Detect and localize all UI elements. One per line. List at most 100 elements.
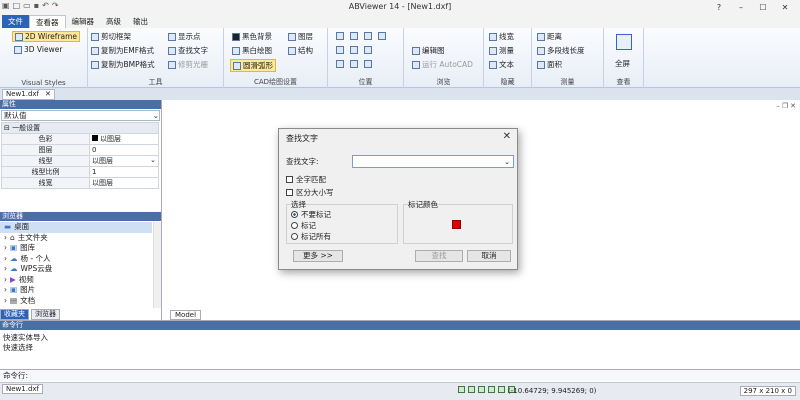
find-text-input[interactable]: ⌄ [352, 155, 514, 168]
chevron-right-icon[interactable]: › [4, 243, 7, 254]
chevron-down-icon[interactable]: ⌄ [150, 156, 156, 164]
tree-item-pictures[interactable]: › ▣ 图片 [0, 285, 152, 296]
minimize-button[interactable]: – [730, 0, 752, 14]
canvas-close-icon[interactable]: ✕ [790, 102, 796, 110]
viewer-3d-button[interactable]: 3D Viewer [14, 45, 62, 54]
marker-color-swatch[interactable] [452, 220, 461, 229]
property-row[interactable]: 线型比例 1 [1, 166, 159, 178]
tree-item-home[interactable]: › ⌂ 主文件夹 [0, 233, 152, 244]
property-category[interactable]: ⊟ 一般设置 [1, 122, 159, 134]
video-icon: ▶ [10, 274, 16, 284]
tree-item-gallery[interactable]: › ▣ 图库 [0, 243, 152, 254]
chevron-right-icon[interactable]: › [4, 275, 7, 286]
model-tab[interactable]: Model [170, 310, 202, 320]
properties-dropdown[interactable]: 默认值 ⌄ [1, 110, 160, 121]
cancel-button[interactable]: 取消 [467, 250, 511, 262]
chevron-right-icon[interactable]: › [4, 296, 7, 307]
trim-raster-button[interactable]: 修剪光栅 [168, 59, 208, 70]
pan-hand-icon[interactable] [378, 32, 386, 40]
zoom-previous-icon[interactable] [364, 46, 372, 54]
polar-icon[interactable] [488, 386, 495, 393]
canvas-restore-icon[interactable]: ❐ [782, 102, 788, 110]
chevron-down-icon: ⌄ [152, 111, 159, 120]
radio-no-mark[interactable]: 不要标记 [291, 209, 331, 220]
fullscreen-icon[interactable] [616, 34, 632, 50]
zoom-out-icon[interactable] [350, 46, 358, 54]
property-row[interactable]: 线宽 以图层 [1, 177, 159, 189]
chevron-right-icon[interactable]: › [4, 264, 7, 275]
chevron-right-icon[interactable]: › [4, 233, 7, 244]
edit-drawing-button[interactable]: 编辑图 [412, 45, 445, 56]
folder-icon: ▬ [4, 222, 12, 231]
tab-file[interactable]: 文件 [2, 15, 29, 28]
canvas-minimize-icon[interactable]: – [776, 102, 780, 110]
area-button[interactable]: 面积 [537, 59, 562, 70]
browser-scrollbar[interactable] [153, 222, 161, 308]
document-tab[interactable]: New1.dxf ✕ [2, 89, 55, 100]
copy-icon [91, 46, 99, 55]
property-row[interactable]: 图层 0 [1, 144, 159, 156]
tree-item-documents[interactable]: › ▤ 文档 [0, 296, 152, 307]
rotate-icon[interactable] [336, 46, 344, 54]
chevron-right-icon[interactable]: › [4, 254, 7, 265]
fullscreen-button[interactable]: 全屏 [615, 58, 630, 69]
black-white-button[interactable]: 黑白绘图 [232, 45, 272, 56]
more-button[interactable]: 更多 >> [293, 250, 343, 262]
dialog-close-icon[interactable]: ✕ [503, 131, 511, 142]
zoom-in-icon[interactable] [350, 32, 358, 40]
zoom-window-icon[interactable] [364, 32, 372, 40]
tab-output[interactable]: 输出 [127, 15, 154, 28]
tab-editor[interactable]: 编辑器 [66, 15, 101, 28]
hide-measure-button[interactable]: 测量 [489, 45, 514, 56]
chevron-right-icon[interactable]: › [4, 285, 7, 296]
text-button[interactable]: 文本 [489, 59, 514, 70]
text-icon [489, 60, 497, 69]
snap-icon[interactable] [458, 386, 465, 393]
find-button[interactable]: 查找 [415, 250, 463, 262]
properties-table: ⊟ 一般设置 色彩 以图层 图层 0 线型 以图层 ⌄ 线型比例 1 线宽 以图层 [1, 122, 159, 189]
tab-advanced[interactable]: 高级 [100, 15, 127, 28]
tab-browser[interactable]: 浏览器 [31, 309, 60, 320]
tree-item-desktop[interactable]: ▬ 桌面 [0, 222, 152, 233]
tree-item-wps[interactable]: › ☁ WPS云盘 [0, 264, 152, 275]
clip-frame-button[interactable]: 剪切框架 [91, 31, 131, 42]
view-icon[interactable] [364, 60, 372, 68]
ortho-icon[interactable] [478, 386, 485, 393]
match-whole-checkbox[interactable]: 全字匹配 [286, 174, 326, 185]
tree-item-onedrive[interactable]: › ☁ 杨 - 个人 [0, 254, 152, 265]
black-background-button[interactable]: 黑色背景 [232, 31, 272, 42]
help-button[interactable]: ? [708, 0, 730, 14]
chevron-down-icon[interactable]: ⌄ [504, 158, 510, 166]
command-input[interactable]: 命令行: [0, 369, 800, 381]
wireframe-2d-button[interactable]: 2D Wireframe [12, 31, 81, 42]
distance-button[interactable]: 距离 [537, 31, 562, 42]
line-weight-button[interactable]: 线宽 [489, 31, 514, 42]
tab-favorites[interactable]: 收藏夹 [0, 309, 29, 320]
match-case-checkbox[interactable]: 区分大小写 [286, 187, 334, 198]
polyline-length-button[interactable]: 多段线长度 [537, 45, 585, 56]
close-tab-icon[interactable]: ✕ [45, 90, 51, 99]
structure-button[interactable]: 结构 [288, 45, 313, 56]
find-text-button[interactable]: 查找文字 [168, 45, 208, 56]
zoom-scale-icon[interactable] [350, 60, 358, 68]
lineweight-toggle-icon[interactable] [498, 386, 505, 393]
radio-mark-all[interactable]: 标记所有 [291, 231, 331, 242]
properties-header: 属性 [0, 100, 161, 109]
tab-viewer[interactable]: 查看器 [29, 15, 66, 28]
tree-item-videos[interactable]: › ▶ 视频 [0, 275, 152, 286]
grid-icon[interactable] [468, 386, 475, 393]
polyline-icon [537, 46, 545, 55]
smooth-arcs-button[interactable]: 圆滑弧形 [230, 59, 276, 72]
property-row[interactable]: 线型 以图层 ⌄ [1, 155, 159, 167]
orbit-icon[interactable] [336, 60, 344, 68]
copy-bmp-button[interactable]: 复制为BMP格式 [91, 59, 155, 70]
close-button[interactable]: ✕ [774, 0, 796, 14]
property-row[interactable]: 色彩 以图层 [1, 133, 159, 145]
radio-mark[interactable]: 标记 [291, 220, 316, 231]
zoom-extents-icon[interactable] [336, 32, 344, 40]
maximize-button[interactable]: ☐ [752, 0, 774, 14]
run-autocad-button[interactable]: 运行 AutoCAD [412, 59, 473, 70]
copy-emf-button[interactable]: 复制为EMF格式 [91, 45, 154, 56]
layers-button[interactable]: 图层 [288, 31, 313, 42]
show-points-button[interactable]: 显示点 [168, 31, 201, 42]
